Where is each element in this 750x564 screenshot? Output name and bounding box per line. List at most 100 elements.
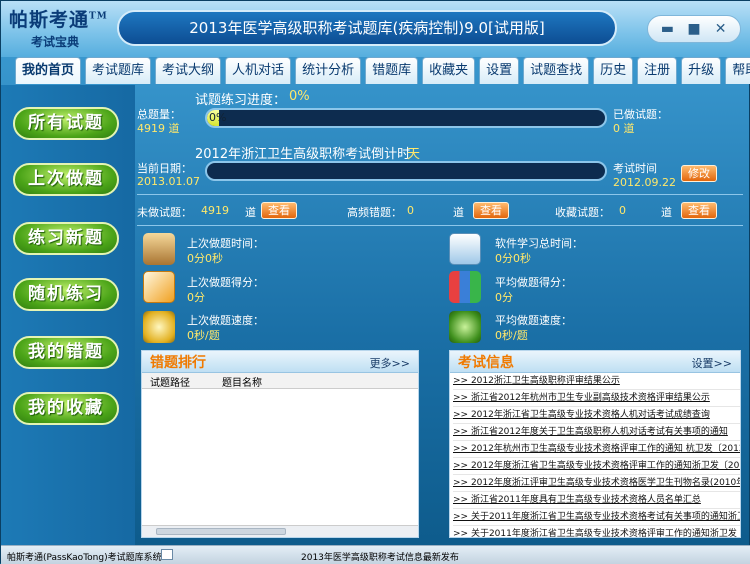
tab-help[interactable]: 帮助 (725, 57, 750, 84)
bar-chart-icon (449, 271, 481, 303)
status-bar: 帕斯考通(PassKaoTong)考试题库系统 2013年医学高级职称考试信息最… (1, 545, 750, 564)
calendar-clock-icon (449, 233, 481, 265)
list-item[interactable]: >> 2012年度浙江省卫生高级专业技术资格评审工作的通知浙卫发〔2012〕 (453, 458, 740, 475)
freq-wrong-value: 0 (407, 204, 414, 217)
status-chart-icon (161, 549, 173, 560)
wrong-rank-header: 错题排行 更多>> (142, 351, 418, 373)
new-practice-button[interactable]: 练习新题 (13, 222, 119, 255)
tab-question-bank[interactable]: 考试题库 (85, 57, 152, 84)
freq-wrong-label: 高频错题： (347, 206, 402, 219)
done-value: 0 道 (613, 122, 635, 135)
undone-label: 未做试题： (137, 206, 192, 219)
tab-upgrade[interactable]: 升级 (681, 57, 722, 84)
view-undone-button[interactable]: 查看 (261, 202, 297, 219)
undone-value: 4919 (201, 204, 229, 217)
avg-score-label: 平均做题得分： (495, 276, 572, 289)
list-item[interactable]: >> 关于2011年度浙江省卫生高级专业技术资格考试有关事项的通知浙卫 (453, 509, 740, 526)
my-favorites-button[interactable]: 我的收藏 (13, 392, 119, 425)
score-chart-icon (143, 271, 175, 303)
my-wrong-button[interactable]: 我的错题 (13, 336, 119, 369)
logo-line2: 考试宝典 (31, 35, 80, 49)
tab-syllabus[interactable]: 考试大纲 (155, 57, 222, 84)
logo: 帕斯考通TM 考试宝典 (9, 5, 113, 53)
list-item[interactable]: >> 关于2011年度浙江省卫生高级专业技术资格评审工作的通知浙卫发 (453, 526, 740, 537)
tab-search[interactable]: 试题查找 (523, 57, 590, 84)
last-time-value: 0分0秒 (187, 252, 223, 265)
exam-info-header: 考试信息 设置>> (450, 351, 740, 373)
horizontal-scrollbar[interactable] (142, 525, 418, 537)
countdown-value: 天 (407, 147, 421, 162)
edit-exam-time-button[interactable]: 修改 (681, 165, 717, 182)
countdown-bar (205, 161, 607, 181)
list-item[interactable]: >> 浙江省2012年度关于卫生高级职称人机对话考试有关事项的通知 (453, 424, 740, 441)
main-nav: 我的首页 考试题库 考试大纲 人机对话 统计分析 错题库 收藏夹 设置 试题查找… (15, 57, 750, 85)
view-fav-button[interactable]: 查看 (681, 202, 717, 219)
fav-unit: 道 (661, 206, 672, 219)
scrollbar-thumb[interactable] (156, 528, 286, 535)
list-item[interactable]: >> 2012年浙江省卫生高级专业技术资格人机对话考试成绩查询 (453, 407, 740, 424)
progress-value: 0% (289, 89, 310, 104)
avg-score-value: 0分 (495, 291, 513, 304)
exam-info-panel: 考试信息 设置>> >> 2012浙江卫生高级职称评审结果公示 >> 浙江省20… (449, 350, 741, 538)
col-question-path[interactable]: 试题路径 (150, 374, 190, 389)
list-item[interactable]: >> 2012浙江卫生高级职称评审结果公示 (453, 373, 740, 390)
tab-register[interactable]: 注册 (637, 57, 678, 84)
last-practice-button[interactable]: 上次做题 (13, 163, 119, 196)
pie-chart-icon (143, 311, 175, 343)
exam-info-settings-link[interactable]: 设置>> (692, 355, 732, 371)
last-score-label: 上次做题得分： (187, 276, 264, 289)
list-item[interactable]: >> 浙江省2011年度具有卫生高级专业技术资格人员名单汇总 (453, 492, 740, 509)
countdown-label: 2012年浙江卫生高级职称考试倒计时 (195, 147, 411, 162)
window-title: 2013年医学高级职称考试题库(疾病控制)9.0[试用版] (117, 10, 617, 46)
clock-icon (449, 311, 481, 343)
exam-info-title: 考试信息 (458, 355, 514, 371)
tab-favorites[interactable]: 收藏夹 (422, 57, 476, 84)
exam-info-list: >> 2012浙江卫生高级职称评审结果公示 >> 浙江省2012年杭州市卫生专业… (450, 373, 740, 537)
divider (137, 225, 743, 226)
tab-wrong-bank[interactable]: 错题库 (365, 57, 419, 84)
tab-history[interactable]: 历史 (593, 57, 634, 84)
logo-tm: TM (89, 11, 108, 22)
app-window: 帕斯考通TM 考试宝典 2013年医学高级职称考试题库(疾病控制)9.0[试用版… (0, 0, 750, 564)
last-score-value: 0分 (187, 291, 205, 304)
list-item[interactable]: >> 2012年度浙江评审卫生高级专业技术资格医学卫生刊物名录(2010年) (453, 475, 740, 492)
tab-home[interactable]: 我的首页 (15, 57, 82, 84)
last-time-label: 上次做题时间： (187, 237, 264, 250)
tab-statistics[interactable]: 统计分析 (295, 57, 362, 84)
current-date-value: 2013.01.07 (137, 175, 200, 188)
view-freq-wrong-button[interactable]: 查看 (473, 202, 509, 219)
avg-speed-label: 平均做题速度： (495, 314, 572, 327)
undone-unit: 道 (245, 206, 256, 219)
total-time-label: 软件学习总时间： (495, 237, 583, 250)
list-item[interactable]: >> 浙江省2012年杭州市卫生专业副高级技术资格评审结果公示 (453, 390, 740, 407)
progress-bar: 0% (205, 108, 607, 128)
progress-bar-text: 0% (209, 111, 227, 124)
wrong-rank-more-link[interactable]: 更多>> (370, 355, 410, 371)
logo-line1: 帕斯考通 (9, 9, 90, 31)
left-panel: 所有试题 上次做题 练习新题 随机练习 我的错题 我的收藏 (1, 85, 135, 545)
tab-man-machine[interactable]: 人机对话 (225, 57, 292, 84)
main-content: 试题练习进度： 0% 总题量： 4919 道 0% 已做试题： 0 道 2012… (135, 85, 743, 545)
hourglass-icon (143, 233, 175, 265)
fav-label: 收藏试题： (555, 206, 610, 219)
current-date-label: 当前日期： (137, 162, 192, 175)
exam-time-label: 考试时间 (613, 162, 657, 175)
progress-label: 试题练习进度： (195, 93, 287, 108)
total-value: 4919 道 (137, 122, 180, 135)
col-question-name[interactable]: 题目名称 (222, 374, 262, 389)
freq-wrong-unit: 道 (453, 206, 464, 219)
maximize-icon[interactable]: ■ (685, 20, 703, 38)
random-practice-button[interactable]: 随机练习 (13, 278, 119, 311)
list-item[interactable]: >> 2012年杭州市卫生高级专业技术资格评审工作的通知 杭卫发〔2012〕 (453, 441, 740, 458)
minimize-icon[interactable]: ▬ (658, 20, 676, 38)
fav-value: 0 (619, 204, 626, 217)
exam-time-value: 2012.09.22 (613, 176, 676, 189)
total-time-value: 0分0秒 (495, 252, 531, 265)
all-questions-button[interactable]: 所有试题 (13, 107, 119, 140)
divider (137, 194, 743, 195)
avg-speed-value: 0秒/题 (495, 329, 528, 342)
last-speed-value: 0秒/题 (187, 329, 220, 342)
tab-settings[interactable]: 设置 (479, 57, 520, 84)
close-icon[interactable]: ✕ (712, 20, 730, 38)
status-message: 2013年医学高级职称考试信息最新发布 (301, 553, 459, 563)
